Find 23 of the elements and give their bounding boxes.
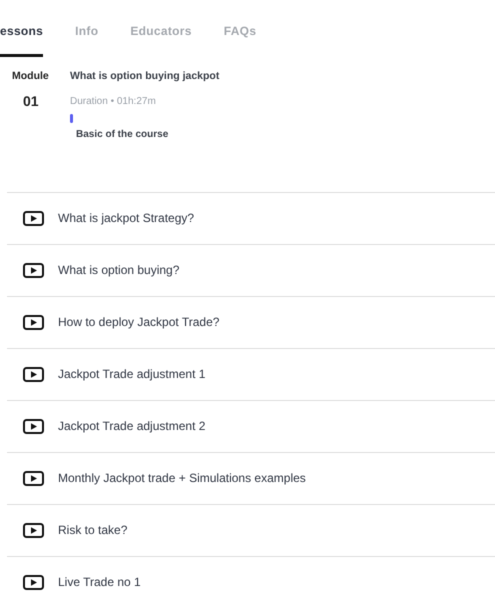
lesson-title[interactable]: What is jackpot Strategy? <box>58 209 194 228</box>
play-icon[interactable] <box>23 314 44 330</box>
module-number: 01 <box>23 92 39 111</box>
play-icon[interactable] <box>23 366 44 382</box>
module-subtitle: Basic of the course <box>76 128 168 142</box>
module-label: Module <box>12 69 49 84</box>
play-icon[interactable] <box>23 210 44 226</box>
lesson-title[interactable]: Live Trade no 1 <box>58 573 141 592</box>
lesson-title[interactable]: Jackpot Trade adjustment 1 <box>58 365 206 384</box>
play-icon[interactable] <box>23 470 44 486</box>
play-icon[interactable] <box>23 574 44 590</box>
module-duration: Duration • 01h:27m <box>70 94 156 109</box>
play-icon[interactable] <box>23 262 44 278</box>
progress-mark <box>70 114 73 123</box>
tab[interactable]: essons <box>0 22 44 57</box>
play-icon[interactable] <box>23 522 44 538</box>
lesson-title[interactable]: How to deploy Jackpot Trade? <box>58 313 220 332</box>
play-icon[interactable] <box>23 418 44 434</box>
lesson-title[interactable]: What is option buying? <box>58 261 180 280</box>
lesson-title[interactable]: Monthly Jackpot trade + Simulations examples <box>58 469 306 488</box>
lesson-title[interactable]: Risk to take? <box>58 521 128 540</box>
lesson-title[interactable]: Jackpot Trade adjustment 2 <box>58 417 206 436</box>
module-title: What is option buying jackpot <box>70 69 220 84</box>
